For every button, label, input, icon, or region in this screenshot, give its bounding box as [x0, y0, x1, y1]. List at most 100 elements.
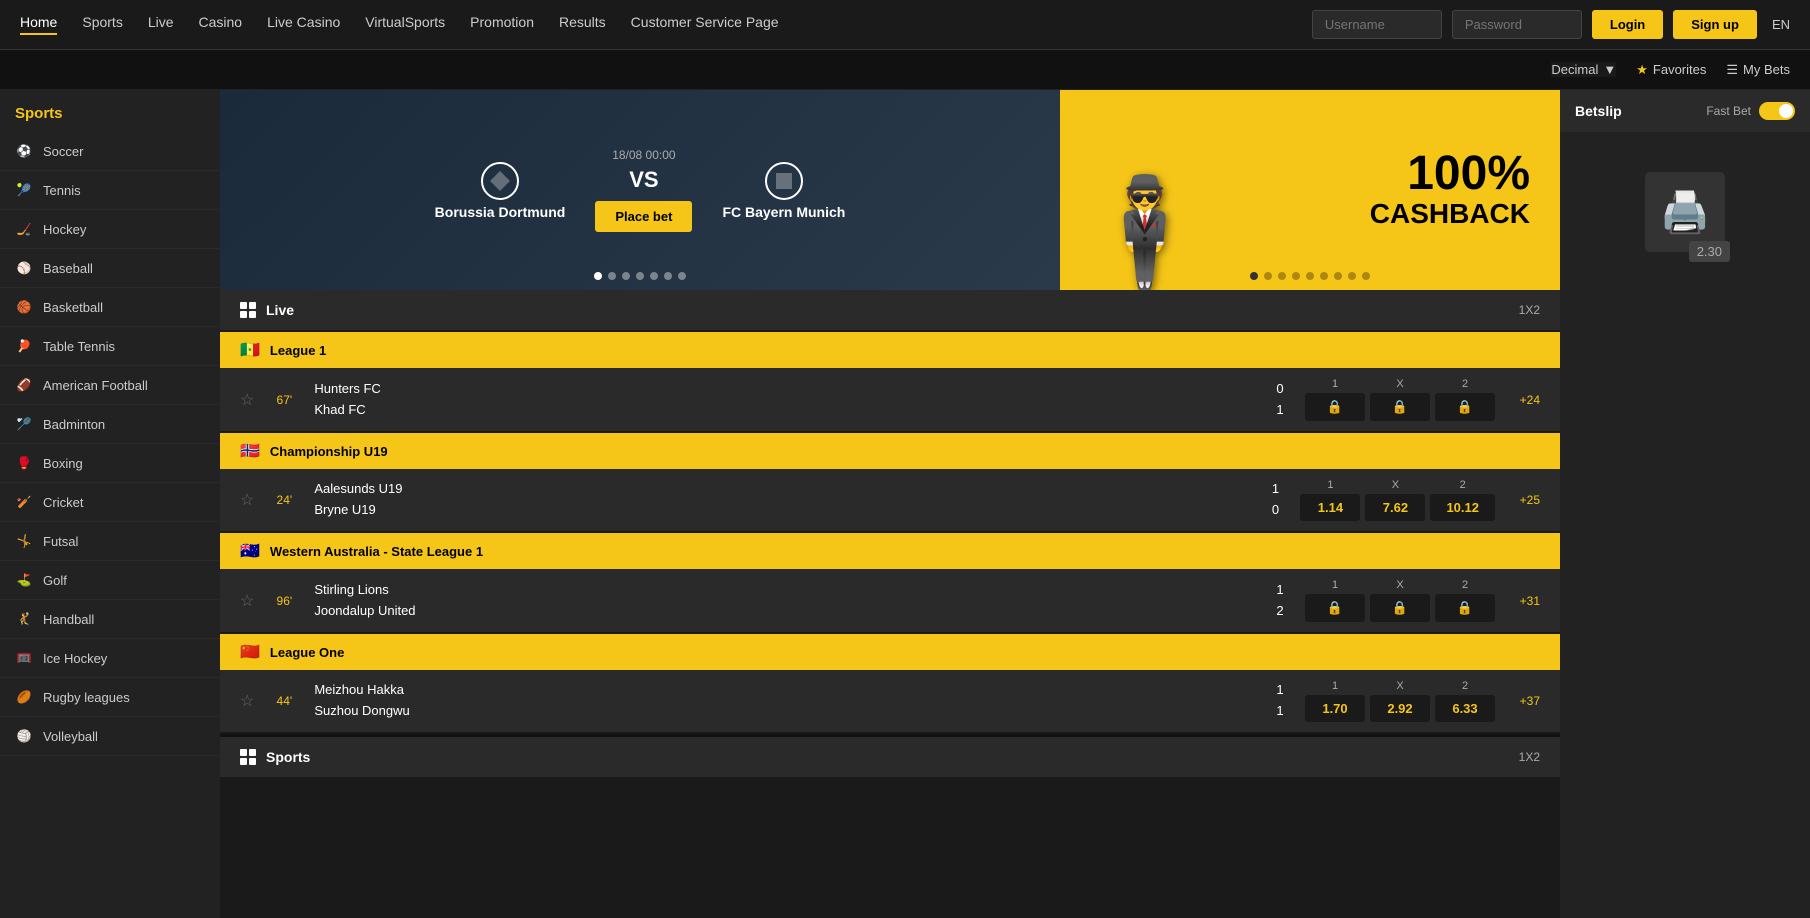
- banner-dot-r2[interactable]: [1264, 272, 1272, 280]
- nav-sports[interactable]: Sports: [82, 14, 122, 35]
- league-row-2: 🇳🇴 Championship U19: [220, 433, 1560, 469]
- odds-col-1-4: 1 1.70: [1305, 680, 1365, 722]
- banner-dot-r5[interactable]: [1306, 272, 1314, 280]
- mybets-button[interactable]: ☰ My Bets: [1726, 62, 1790, 78]
- sidebar-item-basketball[interactable]: 🏀 Basketball: [0, 288, 220, 327]
- odds-btn-1-2[interactable]: 1.14: [1300, 494, 1360, 521]
- banner-dot-1[interactable]: [594, 272, 602, 280]
- banner-dot-3[interactable]: [622, 272, 630, 280]
- nav-casino[interactable]: Casino: [199, 14, 243, 35]
- banner-dot-2[interactable]: [608, 272, 616, 280]
- match-time-3: 96': [269, 594, 299, 608]
- sidebar-item-label: Soccer: [43, 144, 83, 159]
- sidebar-item-soccer[interactable]: ⚽ Soccer: [0, 132, 220, 171]
- team2-name: FC Bayern Munich: [722, 204, 845, 220]
- nav-live[interactable]: Live: [148, 14, 174, 35]
- more-odds-1[interactable]: +24: [1510, 393, 1540, 407]
- odds-btn-x-3[interactable]: 🔒: [1370, 594, 1430, 622]
- language-selector[interactable]: EN: [1772, 17, 1790, 32]
- betslip-title: Betslip: [1575, 103, 1622, 119]
- odds-col-x-4: X 2.92: [1370, 680, 1430, 722]
- favorites-button[interactable]: ★ Favorites: [1636, 62, 1706, 78]
- star-icon: ★: [1636, 62, 1648, 78]
- odds-btn-1-1[interactable]: 🔒: [1305, 393, 1365, 421]
- sidebar-item-hockey[interactable]: 🏒 Hockey: [0, 210, 220, 249]
- sidebar-item-label: Basketball: [43, 300, 103, 315]
- odds-btn-x-2[interactable]: 7.62: [1365, 494, 1425, 521]
- boxing-icon: 🥊: [15, 454, 33, 472]
- favorite-star-3[interactable]: ☆: [240, 591, 254, 611]
- more-odds-3[interactable]: +31: [1510, 594, 1540, 608]
- nav-right-area: Login Sign up EN: [1312, 10, 1790, 39]
- banner-dot-6[interactable]: [664, 272, 672, 280]
- decimal-selector[interactable]: Decimal ▼: [1551, 62, 1616, 77]
- odds-btn-2-1[interactable]: 🔒: [1435, 393, 1495, 421]
- team2-name-2: Bryne U19: [314, 500, 1250, 521]
- nav-live-casino[interactable]: Live Casino: [267, 14, 340, 35]
- odds-btn-x-1[interactable]: 🔒: [1370, 393, 1430, 421]
- odds-col-2-4: 2 6.33: [1435, 680, 1495, 722]
- odds-btn-2-2[interactable]: 10.12: [1430, 494, 1495, 521]
- odds-btn-x-4[interactable]: 2.92: [1370, 695, 1430, 722]
- odds-btn-1-4[interactable]: 1.70: [1305, 695, 1365, 722]
- sidebar-item-label: Tennis: [43, 183, 81, 198]
- sidebar-item-volleyball[interactable]: 🏐 Volleyball: [0, 717, 220, 756]
- sidebar-item-american-football[interactable]: 🏈 American Football: [0, 366, 220, 405]
- banner-dot-r6[interactable]: [1320, 272, 1328, 280]
- nav-home[interactable]: Home: [20, 14, 57, 35]
- nav-results[interactable]: Results: [559, 14, 606, 35]
- sports-odds-header: 1X2: [1519, 750, 1540, 764]
- banner-dot-r3[interactable]: [1278, 272, 1286, 280]
- odds-btn-2-3[interactable]: 🔒: [1435, 594, 1495, 622]
- odds-col-1-3: 1 🔒: [1305, 579, 1365, 622]
- match-odds-2: 1 1.14 X 7.62 2 10.12: [1300, 479, 1495, 521]
- banner-dot-r1[interactable]: [1250, 272, 1258, 280]
- basketball-icon: 🏀: [15, 298, 33, 316]
- password-input[interactable]: [1452, 10, 1582, 39]
- league-4-name: League One: [270, 645, 344, 660]
- favorite-star-1[interactable]: ☆: [240, 390, 254, 410]
- sidebar-item-ice-hockey[interactable]: 🥅 Ice Hockey: [0, 639, 220, 678]
- match-teams-1: Hunters FC Khad FC: [314, 379, 1255, 421]
- banner-team1: Borussia Dortmund: [435, 161, 566, 220]
- login-button[interactable]: Login: [1592, 10, 1663, 39]
- favorite-star-4[interactable]: ☆: [240, 691, 254, 711]
- sidebar-item-label: Golf: [43, 573, 67, 588]
- place-bet-button[interactable]: Place bet: [595, 201, 692, 232]
- odds-col-2-1: 2 🔒: [1435, 378, 1495, 421]
- tennis-icon: 🎾: [15, 181, 33, 199]
- signup-button[interactable]: Sign up: [1673, 10, 1757, 39]
- team1-name-1: Hunters FC: [314, 379, 1255, 400]
- sidebar-item-table-tennis[interactable]: 🏓 Table Tennis: [0, 327, 220, 366]
- sidebar-item-boxing[interactable]: 🥊 Boxing: [0, 444, 220, 483]
- sidebar-item-badminton[interactable]: 🏸 Badminton: [0, 405, 220, 444]
- banner-dot-r9[interactable]: [1362, 272, 1370, 280]
- banner-dot-r4[interactable]: [1292, 272, 1300, 280]
- nav-virtual-sports[interactable]: VirtualSports: [365, 14, 445, 35]
- nav-promotion[interactable]: Promotion: [470, 14, 534, 35]
- username-input[interactable]: [1312, 10, 1442, 39]
- sidebar-item-golf[interactable]: ⛳ Golf: [0, 561, 220, 600]
- fast-bet-toggle[interactable]: [1759, 102, 1795, 120]
- odds-btn-1-3[interactable]: 🔒: [1305, 594, 1365, 622]
- more-odds-2[interactable]: +25: [1510, 493, 1540, 507]
- sidebar-item-baseball[interactable]: ⚾ Baseball: [0, 249, 220, 288]
- nav-customer-service[interactable]: Customer Service Page: [631, 14, 779, 35]
- banner-dot-r7[interactable]: [1334, 272, 1342, 280]
- league-4-flag: 🇨🇳: [240, 642, 260, 662]
- sidebar-item-rugby[interactable]: 🏉 Rugby leagues: [0, 678, 220, 717]
- sidebar-item-handball[interactable]: 🤾 Handball: [0, 600, 220, 639]
- team1-logo: [435, 161, 566, 204]
- more-odds-4[interactable]: +37: [1510, 694, 1540, 708]
- banner-dot-7[interactable]: [678, 272, 686, 280]
- banner-dot-5[interactable]: [650, 272, 658, 280]
- sidebar-item-cricket[interactable]: 🏏 Cricket: [0, 483, 220, 522]
- sidebar-item-futsal[interactable]: 🤸 Futsal: [0, 522, 220, 561]
- sidebar-item-tennis[interactable]: 🎾 Tennis: [0, 171, 220, 210]
- match-time-1: 67': [269, 393, 299, 407]
- odds-btn-2-4[interactable]: 6.33: [1435, 695, 1495, 722]
- odds-col-1-1: 1 🔒: [1305, 378, 1365, 421]
- favorite-star-2[interactable]: ☆: [240, 490, 254, 510]
- banner-dot-r8[interactable]: [1348, 272, 1356, 280]
- banner-dot-4[interactable]: [636, 272, 644, 280]
